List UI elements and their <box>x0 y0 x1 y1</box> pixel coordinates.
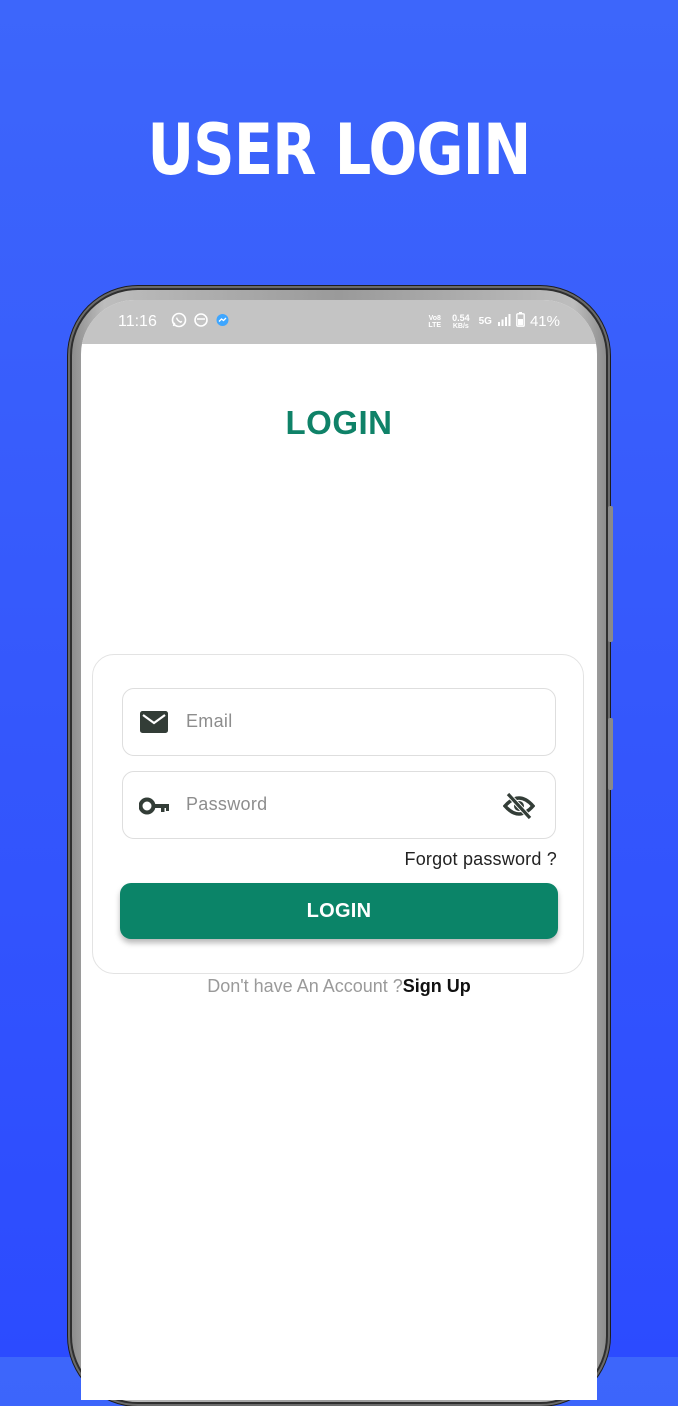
network-type: 5G <box>478 316 492 327</box>
speed-value: 0.54 <box>452 312 470 323</box>
login-card: Email Password Forgot password ? LOGIN <box>92 654 584 974</box>
volte-bottom-text: LTE <box>428 321 442 329</box>
speed-unit: KB/s <box>452 322 469 330</box>
volte-indicator: Vo8 LTE <box>428 315 441 329</box>
visibility-off-icon[interactable] <box>502 792 536 825</box>
forgot-password-link[interactable]: Forgot password ? <box>405 849 557 870</box>
login-button[interactable]: LOGIN <box>120 883 558 939</box>
signup-prompt: Don't have An Account ? <box>207 976 403 996</box>
whatsapp-icon <box>171 312 187 332</box>
password-field[interactable]: Password <box>122 771 556 839</box>
email-field[interactable]: Email <box>122 688 556 756</box>
battery-icon <box>516 312 525 331</box>
phone-side-button <box>608 506 613 642</box>
email-placeholder: Email <box>186 711 233 731</box>
phone-side-button <box>608 718 613 790</box>
signup-link[interactable]: Sign Up <box>403 976 471 996</box>
status-time: 11:16 <box>118 313 157 330</box>
password-placeholder: Password <box>186 794 268 814</box>
page-title: LOGIN <box>285 404 393 441</box>
battery-level: 41% <box>529 313 560 330</box>
headline: USER LOGIN <box>147 109 532 191</box>
signup-row: Don't have An Account ?Sign Up <box>81 976 597 997</box>
phone-screen: 11:16 Vo8 LTE 0.54 KB/s 5G 41% LOGIN Ema… <box>81 300 597 1400</box>
signal-icon <box>497 313 511 331</box>
status-bar: 11:16 Vo8 LTE 0.54 KB/s 5G 41% <box>81 300 597 344</box>
volte-top-text: Vo8 <box>428 314 441 322</box>
app-icon <box>194 313 208 331</box>
messenger-icon <box>215 313 230 332</box>
mail-icon <box>139 709 169 740</box>
key-icon <box>138 794 171 823</box>
speed-indicator: 0.54 KB/s <box>452 312 470 330</box>
